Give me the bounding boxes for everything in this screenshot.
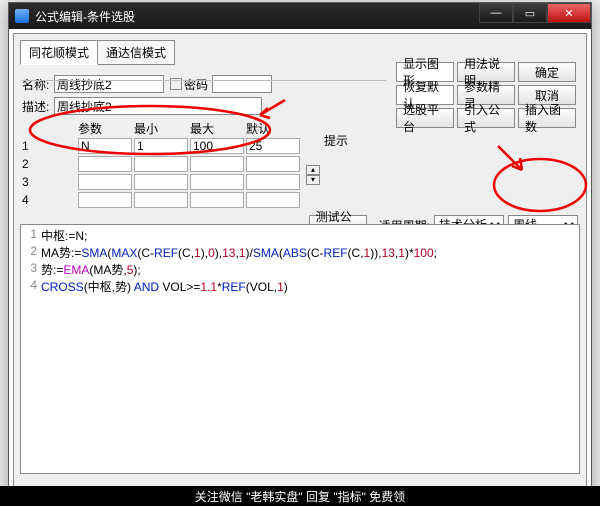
desc-label: 描述: bbox=[22, 98, 54, 115]
code-editor[interactable]: 1中枢:=N;2MA势:=SMA(MAX(C-REF(C,1),0),13,1)… bbox=[20, 224, 580, 474]
row-num: 2 bbox=[22, 155, 78, 173]
row-num: 3 bbox=[22, 173, 78, 191]
param-name[interactable] bbox=[78, 156, 132, 172]
param-header-name: 参数 bbox=[78, 119, 134, 137]
platform-button[interactable]: 选股平台 bbox=[396, 108, 454, 128]
client-area: 同花顺模式 通达信模式 名称: 密码 描述: 参数 最小 最大 默认 bbox=[13, 33, 587, 495]
tab-tongdaxin[interactable]: 通达信模式 bbox=[97, 40, 175, 65]
param-max[interactable] bbox=[190, 174, 244, 190]
minimize-button[interactable]: — bbox=[479, 3, 513, 23]
hint-label: 提示 bbox=[324, 132, 348, 149]
insertfn-button[interactable]: 插入函数 bbox=[518, 108, 576, 128]
tab-tonghuashun[interactable]: 同花顺模式 bbox=[20, 40, 98, 65]
param-name[interactable] bbox=[78, 138, 132, 154]
button-grid: 显示图形 用法说明 确定 恢复默认 参数精灵 取消 选股平台 引入公式 插入函数 bbox=[396, 62, 576, 128]
param-def[interactable] bbox=[246, 138, 300, 154]
row-num: 4 bbox=[22, 191, 78, 209]
name-label: 名称: bbox=[22, 76, 54, 93]
param-def[interactable] bbox=[246, 156, 300, 172]
title-bar[interactable]: 公式编辑-条件选股 — ▭ ✕ bbox=[9, 3, 591, 29]
promo-banner: 关注微信 "老韩实盘" 回复 "指标" 免费领 bbox=[0, 486, 600, 506]
maximize-button[interactable]: ▭ bbox=[513, 3, 547, 23]
param-row: 1 ▴▾ bbox=[22, 137, 358, 155]
spin-up[interactable]: ▴ bbox=[306, 165, 320, 175]
window-title: 公式编辑-条件选股 bbox=[35, 8, 135, 25]
name-input[interactable] bbox=[54, 75, 164, 93]
param-min[interactable] bbox=[134, 174, 188, 190]
param-min[interactable] bbox=[134, 156, 188, 172]
param-max[interactable] bbox=[190, 138, 244, 154]
app-window: 公式编辑-条件选股 — ▭ ✕ 同花顺模式 通达信模式 名称: 密码 描述: 参… bbox=[8, 2, 592, 500]
param-min[interactable] bbox=[134, 138, 188, 154]
param-table: 参数 最小 最大 默认 1 ▴▾ 2 3 4 bbox=[22, 119, 358, 209]
param-name[interactable] bbox=[78, 192, 132, 208]
app-icon bbox=[15, 9, 29, 23]
param-max[interactable] bbox=[190, 156, 244, 172]
param-def[interactable] bbox=[246, 192, 300, 208]
row-num: 1 bbox=[22, 137, 78, 155]
spin-down[interactable]: ▾ bbox=[306, 175, 320, 185]
param-header-max: 最大 bbox=[190, 119, 246, 137]
param-min[interactable] bbox=[134, 192, 188, 208]
close-button[interactable]: ✕ bbox=[547, 3, 591, 23]
param-header-def: 默认 bbox=[246, 119, 302, 137]
password-label: 密码 bbox=[184, 76, 208, 93]
param-name[interactable] bbox=[78, 174, 132, 190]
desc-input[interactable] bbox=[54, 97, 262, 115]
param-def[interactable] bbox=[246, 174, 300, 190]
import-button[interactable]: 引入公式 bbox=[457, 108, 515, 128]
ok-button[interactable]: 确定 bbox=[518, 62, 576, 82]
param-max[interactable] bbox=[190, 192, 244, 208]
password-input[interactable] bbox=[212, 75, 272, 93]
param-header-min: 最小 bbox=[134, 119, 190, 137]
